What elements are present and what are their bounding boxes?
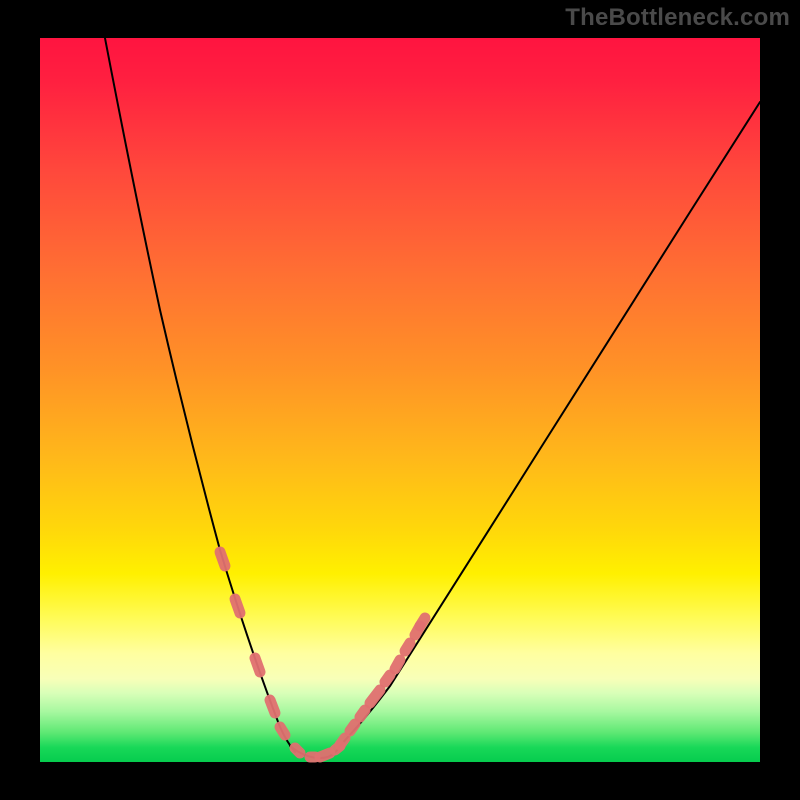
bead-cluster-left	[220, 552, 340, 757]
chart-frame: TheBottleneck.com	[0, 0, 800, 800]
bead-cluster-right	[340, 618, 425, 745]
watermark-text: TheBottleneck.com	[565, 4, 790, 32]
curve-left-branch	[100, 12, 295, 752]
curve-layer	[40, 38, 760, 762]
plot-area	[40, 38, 760, 762]
